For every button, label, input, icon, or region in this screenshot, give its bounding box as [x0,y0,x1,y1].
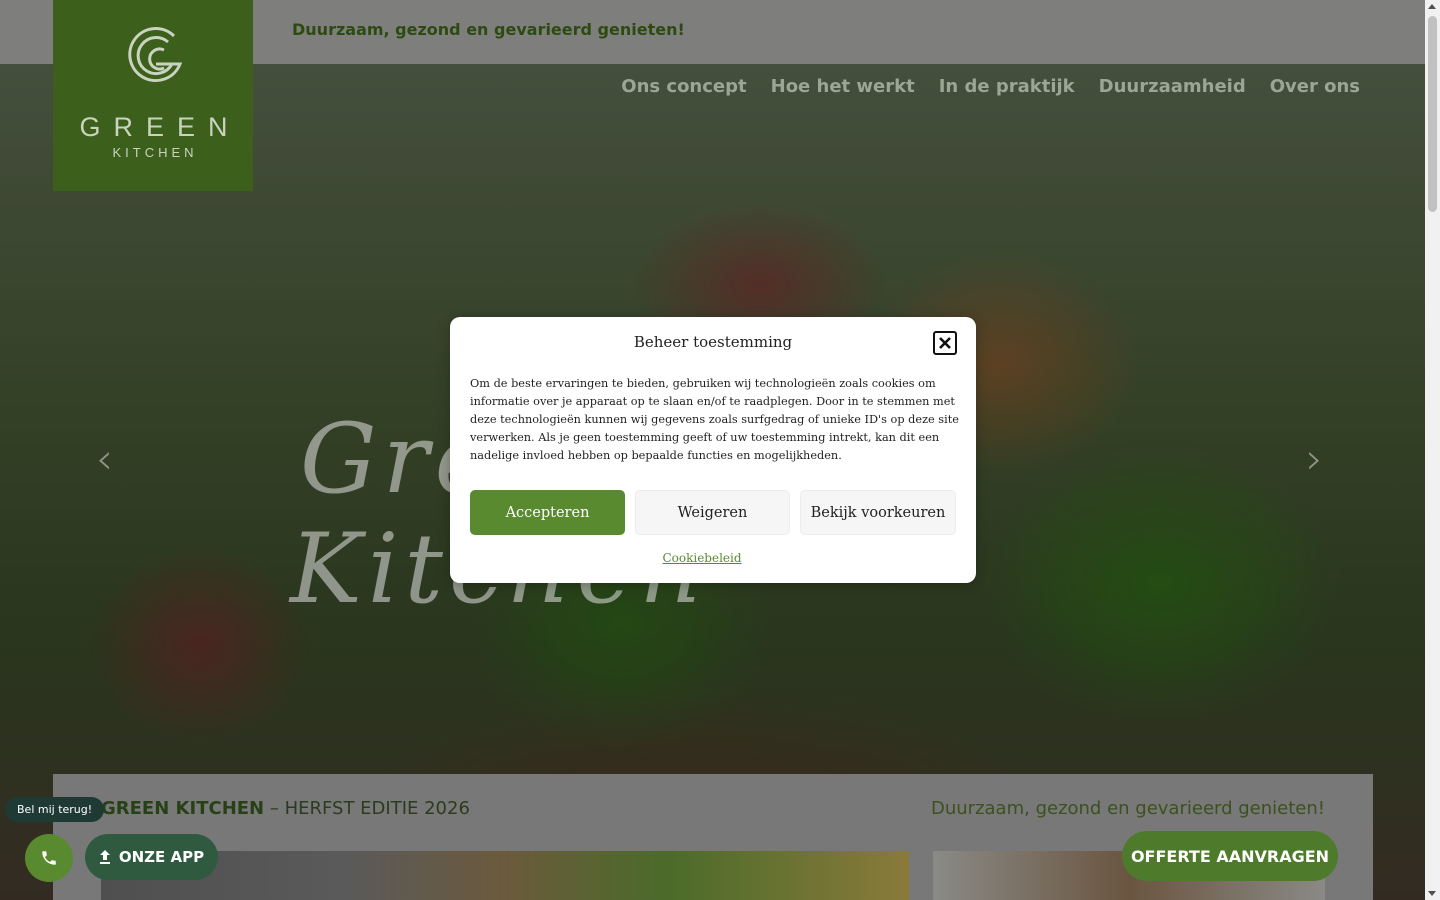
cookie-policy-link[interactable]: Cookiebeleid [450,551,954,565]
consent-body: Om de beste ervaringen te bieden, gebrui… [470,377,959,462]
close-icon[interactable] [933,331,957,355]
app-button[interactable]: ONZE APP [85,834,218,880]
scroll-thumb[interactable] [1428,16,1437,212]
scrollbar[interactable] [1425,0,1440,900]
chevron-right-icon[interactable]: › [1306,434,1323,483]
logo-text-main: GREEN [79,112,241,142]
food-image-card[interactable] [101,851,909,900]
edition-brand: GREEN KITCHEN [101,798,265,819]
consent-dialog: Beheer toestemming Om de beste ervaringe… [450,317,976,583]
callback-label[interactable]: Bel mij terug! [5,797,105,822]
close-glyph [939,337,951,349]
nav-item-duurzaamheid[interactable]: Duurzaamheid [1099,76,1246,97]
logo-mark-icon [128,27,183,82]
phone-icon [42,851,56,865]
phone-button[interactable] [25,834,73,882]
nav-item-over-ons[interactable]: Over ons [1270,76,1360,97]
site-logo[interactable]: GREEN KITCHEN [53,0,253,191]
main-nav: Ons concept Hoe het werkt In de praktijk… [621,76,1360,97]
consent-title: Beheer toestemming [633,333,793,351]
band-tagline: Duurzaam, gezond en gevarieerd genieten! [931,798,1325,819]
edition-label: – HERFST EDITIE 2026 [264,798,470,819]
upload-icon [99,850,110,864]
logo-text-sub: KITCHEN [112,145,198,160]
scroll-down-icon[interactable] [1428,891,1436,896]
quote-button[interactable]: OFFERTE AANVRAGEN [1122,831,1338,881]
preferences-button[interactable]: Bekijk voorkeuren [800,490,956,535]
header-tagline: Duurzaam, gezond en gevarieerd genieten! [292,20,685,39]
scroll-up-icon[interactable] [1428,4,1436,9]
accept-button[interactable]: Accepteren [470,490,625,535]
nav-item-ons-concept[interactable]: Ons concept [621,76,746,97]
app-button-label: ONZE APP [118,848,205,866]
nav-item-hoe-het-werkt[interactable]: Hoe het werkt [771,76,915,97]
nav-item-in-de-praktijk[interactable]: In de praktijk [939,76,1075,97]
deny-button[interactable]: Weigeren [635,490,790,535]
edition-title: GREEN KITCHEN – HERFST EDITIE 2026 [101,798,470,819]
chevron-left-icon[interactable]: ‹ [96,434,113,483]
